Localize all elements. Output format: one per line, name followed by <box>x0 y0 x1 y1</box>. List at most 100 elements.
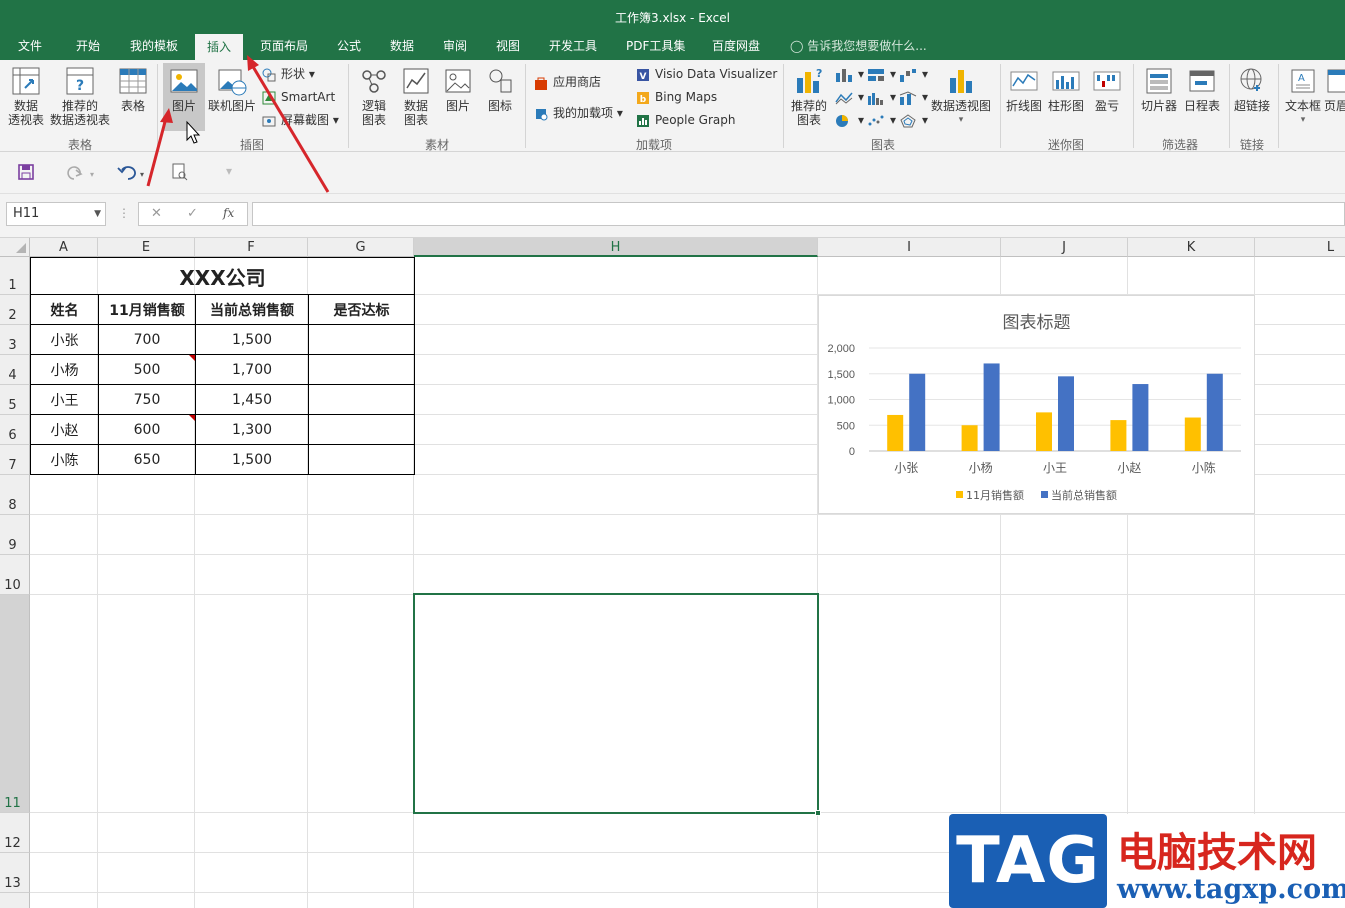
online-picture-button[interactable]: 联机图片 <box>206 66 258 113</box>
tab-developer[interactable]: 开发工具 <box>537 32 609 60</box>
sales-chart[interactable]: 图表标题 0 500 1,000 1,500 2,000 小张 小杨 小王 小赵 小陈 11月销售额… <box>818 295 1255 514</box>
column-header-e[interactable]: E <box>98 238 195 257</box>
shapes-button[interactable]: 形状 ▾ <box>261 66 315 83</box>
material-picture-button[interactable]: 图片 <box>440 66 476 113</box>
timeline-button[interactable]: 日程表 <box>1182 66 1222 113</box>
tab-my-templates[interactable]: 我的模板 <box>118 32 190 60</box>
enter-icon[interactable]: ✓ <box>187 206 198 221</box>
tab-review[interactable]: 审阅 <box>431 32 479 60</box>
table-cell-total-sales[interactable]: 1,500 <box>196 445 309 475</box>
fill-handle[interactable] <box>815 810 821 816</box>
textbox-button[interactable]: A 文本框 ▾ <box>1283 66 1323 127</box>
table-cell-name[interactable]: 小王 <box>30 385 99 415</box>
table-cell-target-met[interactable] <box>309 445 415 475</box>
pivot-chart-button[interactable]: 数据透视图 ▾ <box>930 66 992 127</box>
waterfall-chart-button[interactable]: ▾ <box>898 66 928 83</box>
table-cell-nov-sales[interactable]: 750 <box>99 385 196 415</box>
row-header-8[interactable]: 8 <box>0 475 30 515</box>
table-cell-total-sales[interactable]: 1,300 <box>196 415 309 445</box>
table-cell-target-met[interactable] <box>309 355 415 385</box>
slicer-button[interactable]: 切片器 <box>1139 66 1179 113</box>
row-header-9[interactable]: 9 <box>0 515 30 555</box>
table-cell-nov-sales[interactable]: 700 <box>99 325 196 355</box>
table-cell-name[interactable]: 小陈 <box>30 445 99 475</box>
hyperlink-button[interactable]: 超链接 <box>1232 66 1272 113</box>
screenshot-button[interactable]: 屏幕截图 ▾ <box>261 112 339 129</box>
recommended-pivot-button[interactable]: ? 推荐的 数据透视表 <box>48 66 112 127</box>
table-cell-nov-sales[interactable]: 500 <box>99 355 196 385</box>
header-nov-sales[interactable]: 11月销售额 <box>99 295 196 325</box>
recommended-charts-button[interactable]: ? 推荐的 图表 <box>788 66 830 127</box>
name-box[interactable]: H11 ▼ <box>6 202 106 226</box>
table-cell-total-sales[interactable]: 1,700 <box>196 355 309 385</box>
table-cell-name[interactable]: 小赵 <box>30 415 99 445</box>
tab-formulas[interactable]: 公式 <box>325 32 373 60</box>
tab-data[interactable]: 数据 <box>378 32 426 60</box>
row-header-4[interactable]: 4 <box>0 355 30 385</box>
row-header-7[interactable]: 7 <box>0 445 30 475</box>
my-addins-button[interactable]: 我的加载项 ▾ <box>533 105 623 122</box>
combo-chart-button[interactable]: ▾ <box>898 89 928 106</box>
tab-home[interactable]: 开始 <box>64 32 112 60</box>
table-cell-target-met[interactable] <box>309 325 415 355</box>
table-cell-nov-sales[interactable]: 600 <box>99 415 196 445</box>
column-header-f[interactable]: F <box>195 238 308 257</box>
line-chart-button[interactable]: ▾ <box>834 89 864 106</box>
comment-indicator-icon[interactable] <box>189 415 195 421</box>
table-title[interactable]: XXX公司 <box>30 257 415 295</box>
icon-button[interactable]: 图标 <box>482 66 518 113</box>
formula-input[interactable] <box>252 202 1345 226</box>
people-graph-button[interactable]: People Graph <box>635 112 736 129</box>
column-header-h[interactable]: H <box>414 238 818 257</box>
header-target-met[interactable]: 是否达标 <box>309 295 415 325</box>
table-cell-name[interactable]: 小杨 <box>30 355 99 385</box>
column-header-a[interactable]: A <box>30 238 98 257</box>
radar-chart-button[interactable]: ▾ <box>898 112 928 129</box>
picture-button[interactable]: 图片 <box>163 63 205 131</box>
column-chart-button[interactable]: ▾ <box>834 66 864 83</box>
pivot-table-button[interactable]: 数据 透视表 <box>6 66 46 127</box>
tab-baidu-netdisk[interactable]: 百度网盘 <box>700 32 772 60</box>
table-button[interactable]: 表格 <box>115 66 151 113</box>
row-header-11[interactable]: 11 <box>0 595 30 813</box>
column-header-j[interactable]: J <box>1001 238 1128 257</box>
tab-pdf-tools[interactable]: PDF工具集 <box>614 32 697 60</box>
smartart-button[interactable]: SmartArt <box>261 89 335 106</box>
row-header-2[interactable]: 2 <box>0 295 30 325</box>
table-cell-target-met[interactable] <box>309 385 415 415</box>
print-preview-icon[interactable] <box>170 162 190 182</box>
sparkline-line-button[interactable]: 折线图 <box>1005 66 1043 113</box>
table-cell-total-sales[interactable]: 1,500 <box>196 325 309 355</box>
bing-maps-button[interactable]: b Bing Maps <box>635 89 717 106</box>
row-header-3[interactable]: 3 <box>0 325 30 355</box>
row-header-12[interactable]: 12 <box>0 813 30 853</box>
column-header-g[interactable]: G <box>308 238 414 257</box>
tab-insert[interactable]: 插入 <box>195 34 244 60</box>
row-header-13[interactable]: 13 <box>0 853 30 893</box>
redo-icon[interactable]: ▾ <box>66 162 100 182</box>
comment-indicator-icon[interactable] <box>189 355 195 361</box>
column-header-k[interactable]: K <box>1128 238 1255 257</box>
undo-icon[interactable]: ▾ <box>116 162 150 182</box>
row-header-14[interactable] <box>0 893 30 908</box>
visio-button[interactable]: V Visio Data Visualizer <box>635 66 777 83</box>
row-header-5[interactable]: 5 <box>0 385 30 415</box>
data-chart-button[interactable]: 数据 图表 <box>398 66 434 127</box>
column-header-i[interactable]: I <box>818 238 1001 257</box>
tell-me-search[interactable]: ◯ 告诉我您想要做什么... <box>790 32 927 60</box>
sparkline-column-button[interactable]: 柱形图 <box>1047 66 1085 113</box>
qat-customize-icon[interactable]: ▾ <box>226 164 232 178</box>
row-header-6[interactable]: 6 <box>0 415 30 445</box>
tab-view[interactable]: 视图 <box>484 32 532 60</box>
hierarchy-chart-button[interactable]: ▾ <box>866 66 896 83</box>
table-cell-total-sales[interactable]: 1,450 <box>196 385 309 415</box>
table-cell-name[interactable]: 小张 <box>30 325 99 355</box>
selected-cell-h11[interactable] <box>413 593 819 814</box>
header-button[interactable]: 页眉 <box>1324 66 1345 113</box>
insert-function-icon[interactable]: fx <box>223 206 234 220</box>
store-button[interactable]: 应用商店 <box>533 74 601 91</box>
statistic-chart-button[interactable]: ▾ <box>866 89 896 106</box>
tab-page-layout[interactable]: 页面布局 <box>248 32 320 60</box>
cancel-icon[interactable]: ✕ <box>151 206 162 221</box>
column-header-l[interactable]: L <box>1255 238 1345 257</box>
